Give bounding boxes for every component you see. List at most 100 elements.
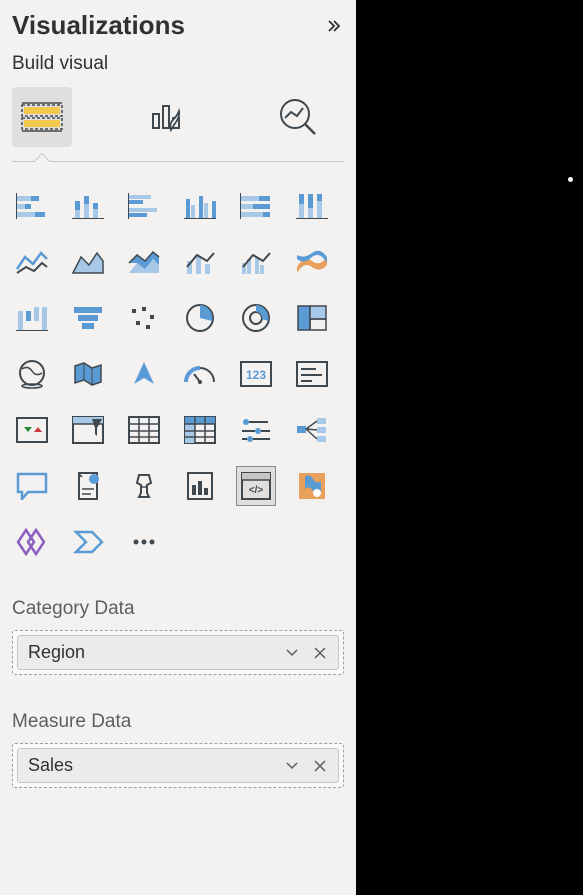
visual-kpi[interactable] (12, 410, 52, 450)
paginated-report-icon (186, 471, 214, 501)
visual-more-options[interactable] (124, 522, 164, 562)
field-remove-button[interactable] (312, 645, 328, 661)
scatter-chart-icon (128, 305, 160, 331)
pill-actions (284, 758, 328, 774)
line-stacked-column-chart-icon (184, 249, 216, 275)
category-field-name: Region (28, 642, 85, 663)
clustered-column-chart-icon (184, 193, 216, 219)
visual-gauge[interactable] (180, 354, 220, 394)
arcgis-icon (297, 471, 327, 501)
line-chart-icon (16, 249, 48, 275)
matrix-icon (184, 416, 216, 444)
visual-clustered-column-chart[interactable] (180, 186, 220, 226)
visual-map[interactable] (12, 354, 52, 394)
visual-100-stacked-bar-chart[interactable] (236, 186, 276, 226)
canvas-area (356, 0, 583, 895)
visual-type-grid: 123 (12, 186, 344, 562)
qa-icon (16, 472, 48, 500)
waterfall-chart-icon (16, 305, 48, 331)
visual-stacked-area-chart[interactable] (124, 242, 164, 282)
visualizations-pane: Visualizations Build visual (0, 0, 356, 895)
visual-smart-narrative[interactable] (68, 466, 108, 506)
visual-decomposition-tree[interactable] (292, 410, 332, 450)
pane-subtitle: Build visual (12, 53, 344, 75)
category-data-section: Category Data Region (12, 598, 344, 675)
kpi-icon (16, 417, 48, 443)
visual-table[interactable] (124, 410, 164, 450)
visual-paginated-report[interactable] (180, 466, 220, 506)
visual-matrix[interactable] (180, 410, 220, 450)
visual-key-influencers[interactable] (124, 466, 164, 506)
visual-multi-row-card[interactable] (292, 354, 332, 394)
format-visual-icon (149, 96, 191, 138)
visual-filled-map[interactable] (68, 354, 108, 394)
stacked-bar-chart-icon (16, 193, 48, 219)
tab-active-indicator (34, 153, 50, 162)
measure-data-well[interactable]: Sales (12, 743, 344, 788)
visual-funnel-chart[interactable] (68, 298, 108, 338)
pie-chart-icon (185, 303, 215, 333)
azure-map-icon (130, 360, 158, 388)
key-influencers-icon (129, 471, 159, 501)
ellipsis-icon (132, 538, 156, 546)
analytics-icon (277, 96, 319, 138)
visual-power-apps[interactable] (12, 522, 52, 562)
clustered-bar-chart-icon (128, 193, 160, 219)
tab-analytics[interactable] (268, 87, 328, 147)
visual-line-chart[interactable] (12, 242, 52, 282)
tab-format-visual[interactable] (140, 87, 200, 147)
category-field-pill[interactable]: Region (17, 635, 339, 670)
field-dropdown-button[interactable] (284, 758, 300, 774)
card-icon: 123 (240, 361, 272, 387)
visual-100-stacked-column-chart[interactable] (292, 186, 332, 226)
visual-ribbon-chart[interactable] (292, 242, 332, 282)
visual-line-stacked-column-chart[interactable] (180, 242, 220, 282)
tab-build-visual[interactable] (12, 87, 72, 147)
collapse-pane-button[interactable] (324, 16, 344, 36)
measure-data-section: Measure Data Sales (12, 711, 344, 788)
power-automate-icon (72, 528, 104, 556)
measure-field-pill[interactable]: Sales (17, 748, 339, 783)
narrative-icon (73, 471, 103, 501)
visual-clustered-bar-chart[interactable] (124, 186, 164, 226)
visual-area-chart[interactable] (68, 242, 108, 282)
visual-stacked-bar-chart[interactable] (12, 186, 52, 226)
ribbon-chart-icon (296, 249, 328, 275)
indicator-dot (568, 177, 573, 182)
visual-card[interactable]: 123 (236, 354, 276, 394)
svg-text:</>: </> (249, 485, 264, 496)
table-icon (128, 416, 160, 444)
visual-line-clustered-column-chart[interactable] (236, 242, 276, 282)
pill-actions (284, 645, 328, 661)
chevron-down-icon (286, 762, 298, 770)
line-clustered-column-chart-icon (240, 249, 272, 275)
visual-azure-map[interactable] (124, 354, 164, 394)
category-data-label: Category Data (12, 598, 344, 620)
pane-title: Visualizations (12, 10, 185, 41)
visual-python-visual[interactable]: </> (236, 466, 276, 506)
visual-q-and-a[interactable] (12, 466, 52, 506)
visual-power-automate[interactable] (68, 522, 108, 562)
visual-arcgis-map[interactable] (292, 466, 332, 506)
visual-treemap[interactable] (292, 298, 332, 338)
100-stacked-bar-chart-icon (240, 193, 272, 219)
visual-scatter-chart[interactable] (124, 298, 164, 338)
filled-map-icon (72, 360, 104, 388)
tab-row (12, 85, 344, 162)
map-icon (16, 359, 48, 389)
visual-stacked-column-chart[interactable] (68, 186, 108, 226)
gauge-icon (184, 362, 216, 386)
r-visual-icon (240, 417, 272, 443)
pane-header: Visualizations (12, 10, 344, 41)
category-data-well[interactable]: Region (12, 630, 344, 675)
field-dropdown-button[interactable] (284, 645, 300, 661)
decomposition-tree-icon (296, 417, 328, 443)
measure-data-label: Measure Data (12, 711, 344, 733)
field-remove-button[interactable] (312, 758, 328, 774)
visual-waterfall-chart[interactable] (12, 298, 52, 338)
visual-slicer[interactable] (68, 410, 108, 450)
slicer-icon (72, 416, 104, 444)
visual-donut-chart[interactable] (236, 298, 276, 338)
visual-r-script-visual[interactable] (236, 410, 276, 450)
visual-pie-chart[interactable] (180, 298, 220, 338)
